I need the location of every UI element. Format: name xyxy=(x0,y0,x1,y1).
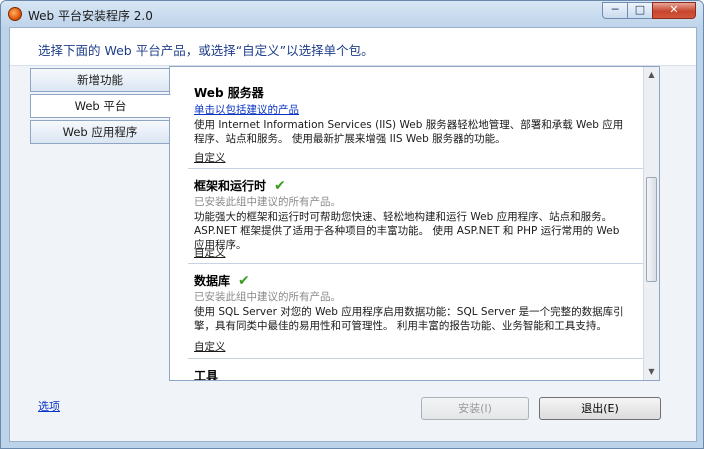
tab-whats-new[interactable]: 新增功能 xyxy=(30,68,170,92)
check-icon: ✔ xyxy=(238,273,250,289)
divider xyxy=(188,358,648,359)
options-link[interactable]: 选项 xyxy=(38,398,60,414)
section-tools: 工具 xyxy=(194,367,624,381)
installer-window: Web 平台安装程序 2.0 ─ □ ✕ 选择下面的 Web 平台产品，或选择“… xyxy=(0,0,704,449)
scroll-thumb[interactable] xyxy=(646,177,657,282)
vertical-scrollbar[interactable]: ▲ ▼ xyxy=(643,67,659,380)
scroll-up-arrow-icon[interactable]: ▲ xyxy=(644,67,659,83)
section-web-server: Web 服务器 单击以包括建议的产品 使用 Internet Informati… xyxy=(194,84,624,146)
scroll-down-arrow-icon[interactable]: ▼ xyxy=(644,364,659,380)
web-server-description: 使用 Internet Information Services (IIS) W… xyxy=(194,119,624,145)
product-panel: Web 服务器 单击以包括建议的产品 使用 Internet Informati… xyxy=(169,66,660,381)
install-button[interactable]: 安装(I) xyxy=(421,397,529,420)
frameworks-title: 框架和运行时 xyxy=(194,179,267,193)
maximize-button[interactable]: □ xyxy=(627,2,653,19)
section-frameworks: 框架和运行时 ✔ 已安装此组中建议的所有产品。 功能强大的框架和运行时可帮助您快速… xyxy=(194,177,624,252)
instruction-header: 选择下面的 Web 平台产品，或选择“自定义”以选择单个包。 xyxy=(10,28,696,66)
database-custom-link[interactable]: 自定义 xyxy=(194,339,226,354)
include-recommended-link[interactable]: 单击以包括建议的产品 xyxy=(194,104,299,116)
frameworks-status: 已安装此组中建议的所有产品。 xyxy=(194,196,341,208)
instruction-text: 选择下面的 Web 平台产品，或选择“自定义”以选择单个包。 xyxy=(38,43,374,58)
divider xyxy=(188,263,648,264)
frameworks-title-row: 框架和运行时 ✔ xyxy=(194,177,624,194)
close-button[interactable]: ✕ xyxy=(652,2,696,19)
divider xyxy=(188,168,648,169)
web-server-custom-link[interactable]: 自定义 xyxy=(194,150,226,165)
frameworks-custom-link[interactable]: 自定义 xyxy=(194,245,226,260)
tab-web-applications[interactable]: Web 应用程序 xyxy=(30,120,170,144)
tools-title: 工具 xyxy=(194,369,219,381)
database-title-row: 数据库 ✔ xyxy=(194,272,624,289)
database-title: 数据库 xyxy=(194,274,231,288)
frameworks-description: 功能强大的框架和运行时可帮助您快速、轻松地构建和运行 Web 应用程序、站点和服… xyxy=(194,211,620,251)
window-title: Web 平台安装程序 2.0 xyxy=(28,9,153,23)
section-database: 数据库 ✔ 已安装此组中建议的所有产品。 使用 SQL Server 对您的 We… xyxy=(194,272,624,333)
client-area: 选择下面的 Web 平台产品，或选择“自定义”以选择单个包。 新增功能 Web … xyxy=(9,27,697,442)
check-icon: ✔ xyxy=(274,178,286,194)
tab-web-platform[interactable]: Web 平台 xyxy=(30,94,171,118)
title-bar[interactable]: Web 平台安装程序 2.0 ─ □ ✕ xyxy=(1,1,703,27)
web-pi-app-icon xyxy=(8,7,22,21)
exit-button[interactable]: 退出(E) xyxy=(539,397,661,420)
minimize-button[interactable]: ─ xyxy=(602,2,628,19)
web-server-title: Web 服务器 xyxy=(194,86,264,100)
database-description: 使用 SQL Server 对您的 Web 应用程序启用数据功能：SQL Ser… xyxy=(194,306,624,332)
database-status: 已安装此组中建议的所有产品。 xyxy=(194,291,341,303)
